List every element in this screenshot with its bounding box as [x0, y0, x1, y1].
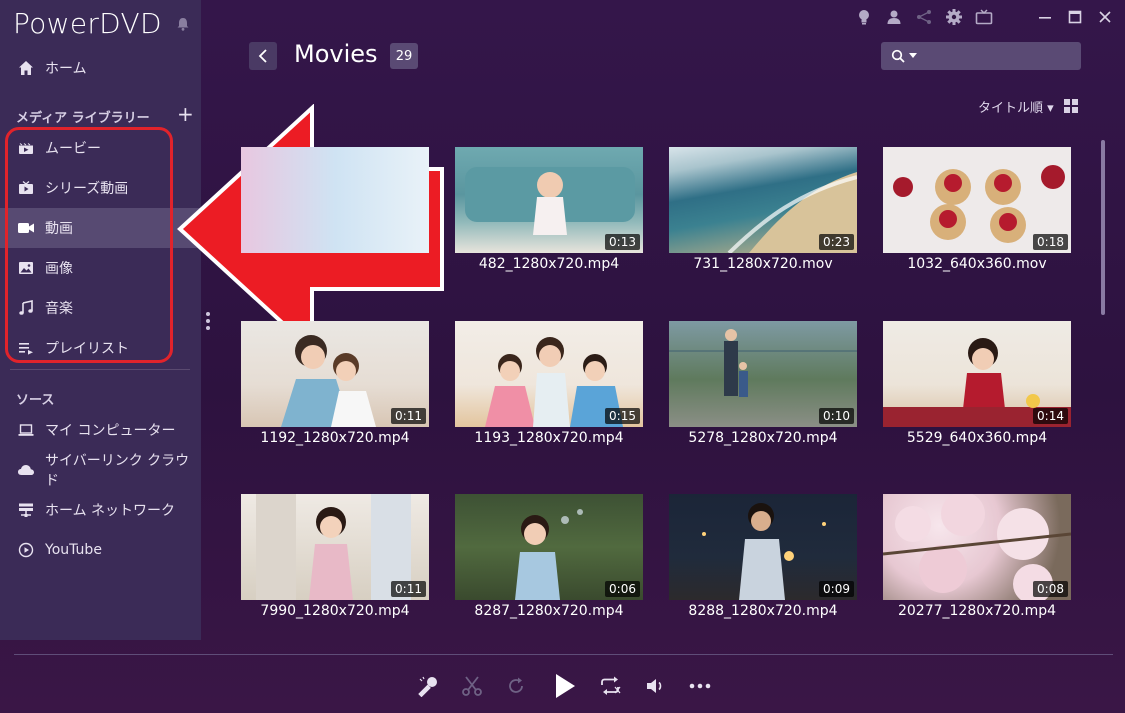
app-brand: PowerDVD — [13, 7, 162, 40]
media-tile[interactable]: 0:11 7990_1280x720.mp4 — [241, 494, 429, 619]
count-badge: 29 — [390, 43, 418, 69]
video-filename: 1192_1280x720.mp4 — [260, 430, 410, 446]
video-filename: 7990_1280x720.mp4 — [260, 603, 410, 619]
page-title: Movies — [294, 40, 378, 68]
video-thumbnail: 0:10 — [669, 321, 857, 427]
play-icon[interactable] — [549, 670, 581, 702]
video-filename: 5278_1280x720.mp4 — [688, 430, 838, 446]
minimize-icon[interactable] — [1034, 6, 1056, 28]
video-duration: 0:11 — [391, 581, 426, 597]
video-duration: 0:13 — [605, 234, 640, 250]
chevron-left-icon — [258, 49, 267, 63]
media-tile[interactable]: 0:18 1032_640x360.mov — [883, 147, 1071, 272]
toolbar-icons — [853, 6, 995, 28]
video-thumbnail: 0:09 — [669, 494, 857, 600]
gear-icon[interactable] — [943, 6, 965, 28]
media-tile[interactable]: 0:08 20277_1280x720.mp4 — [883, 494, 1071, 619]
sort-dropdown[interactable]: タイトル順 ▾ — [978, 97, 1054, 116]
video-duration: 0:09 — [819, 581, 854, 597]
volume-icon[interactable] — [640, 670, 672, 702]
media-tile[interactable]: 0:09 8288_1280x720.mp4 — [669, 494, 857, 619]
video-thumbnail: 0:08 — [883, 494, 1071, 600]
sidebar-divider — [10, 369, 190, 370]
media-tile[interactable]: 0:13 482_1280x720.mp4 — [455, 147, 643, 272]
nav-home[interactable]: ホーム — [0, 48, 201, 88]
video-thumbnail: 0:11 — [241, 321, 429, 427]
nav-item-cloud-label: サイバーリンク クラウド — [45, 453, 190, 489]
video-filename: 1193_1280x720.mp4 — [474, 430, 624, 446]
annotation-highlight-box — [5, 127, 173, 363]
video-filename: 20277_1280x720.mp4 — [897, 603, 1057, 619]
media-tile[interactable]: 0:06 8287_1280x720.mp4 — [455, 494, 643, 619]
video-duration: 0:18 — [1033, 234, 1068, 250]
player-divider — [14, 654, 1113, 655]
more-icon[interactable] — [684, 670, 716, 702]
nav-item-my-computer[interactable]: マイ コンピューター — [0, 410, 201, 450]
video-thumbnail: 0:14 — [883, 321, 1071, 427]
media-library-title: メディア ライブラリー — [16, 111, 150, 126]
media-tile[interactable]: 0:11 1192_1280x720.mp4 — [241, 321, 429, 446]
video-duration: 0:23 — [819, 234, 854, 250]
tv-mode-icon[interactable] — [973, 6, 995, 28]
video-thumbnail — [241, 147, 429, 253]
chevron-down-icon[interactable] — [909, 53, 917, 59]
scrollbar[interactable] — [1101, 140, 1105, 315]
nav-item-my-computer-label: マイ コンピューター — [45, 423, 176, 439]
video-filename: 482_1280x720.mp4 — [478, 256, 620, 272]
video-filename: 731_1280x720.mov — [693, 256, 833, 272]
video-thumbnail: 0:11 — [241, 494, 429, 600]
search-icon — [891, 49, 905, 63]
video-duration: 0:11 — [391, 408, 426, 424]
video-thumbnail: 0:06 — [455, 494, 643, 600]
media-tile[interactable]: 0:15 1193_1280x720.mp4 — [455, 321, 643, 446]
lightbulb-icon[interactable] — [853, 6, 875, 28]
video-duration: 0:06 — [605, 581, 640, 597]
nav-item-youtube[interactable]: YouTube — [0, 530, 201, 570]
media-tile-partial[interactable] — [241, 147, 429, 253]
window-controls — [1034, 6, 1116, 28]
repeat-shuffle-icon[interactable] — [595, 670, 627, 702]
bell-icon[interactable] — [176, 17, 190, 31]
video-thumbnail: 0:13 — [455, 147, 643, 253]
nav-item-home-network[interactable]: ホーム ネットワーク — [0, 490, 201, 530]
karaoke-mic-icon[interactable] — [412, 670, 444, 702]
scissors-icon[interactable] — [456, 670, 488, 702]
media-tile[interactable]: 0:10 5278_1280x720.mp4 — [669, 321, 857, 446]
video-duration: 0:15 — [605, 408, 640, 424]
video-filename: 1032_640x360.mov — [907, 256, 1047, 272]
nav-item-youtube-label: YouTube — [45, 542, 102, 558]
video-thumbnail: 0:15 — [455, 321, 643, 427]
video-filename: 8287_1280x720.mp4 — [474, 603, 624, 619]
back-button[interactable] — [249, 42, 277, 70]
grid-view-icon[interactable] — [1064, 99, 1078, 113]
media-tile[interactable]: 0:14 5529_640x360.mp4 — [883, 321, 1071, 446]
share-icon[interactable] — [913, 6, 935, 28]
video-duration: 0:08 — [1033, 581, 1068, 597]
youtube-icon — [17, 541, 35, 559]
nav-item-home-network-label: ホーム ネットワーク — [45, 503, 176, 519]
maximize-icon[interactable] — [1064, 6, 1086, 28]
cloud-icon — [17, 461, 35, 479]
home-icon — [17, 59, 35, 77]
rotate-icon[interactable] — [500, 670, 532, 702]
user-icon[interactable] — [883, 6, 905, 28]
video-filename: 8288_1280x720.mp4 — [688, 603, 838, 619]
video-duration: 0:14 — [1033, 408, 1068, 424]
video-thumbnail: 0:23 — [669, 147, 857, 253]
source-title: ソース — [16, 393, 55, 408]
search-input[interactable] — [921, 47, 1075, 65]
close-icon[interactable] — [1094, 6, 1116, 28]
nav-home-label: ホーム — [45, 61, 87, 77]
media-tile[interactable]: 0:23 731_1280x720.mov — [669, 147, 857, 272]
sort-label: タイトル順 ▾ — [978, 101, 1054, 116]
nav-item-cloud[interactable]: サイバーリンク クラウド — [0, 450, 201, 490]
video-thumbnail: 0:18 — [883, 147, 1071, 253]
video-duration: 0:10 — [819, 408, 854, 424]
search-box[interactable] — [881, 42, 1081, 70]
network-icon — [17, 501, 35, 519]
laptop-icon — [17, 421, 35, 439]
video-filename: 5529_640x360.mp4 — [906, 430, 1048, 446]
